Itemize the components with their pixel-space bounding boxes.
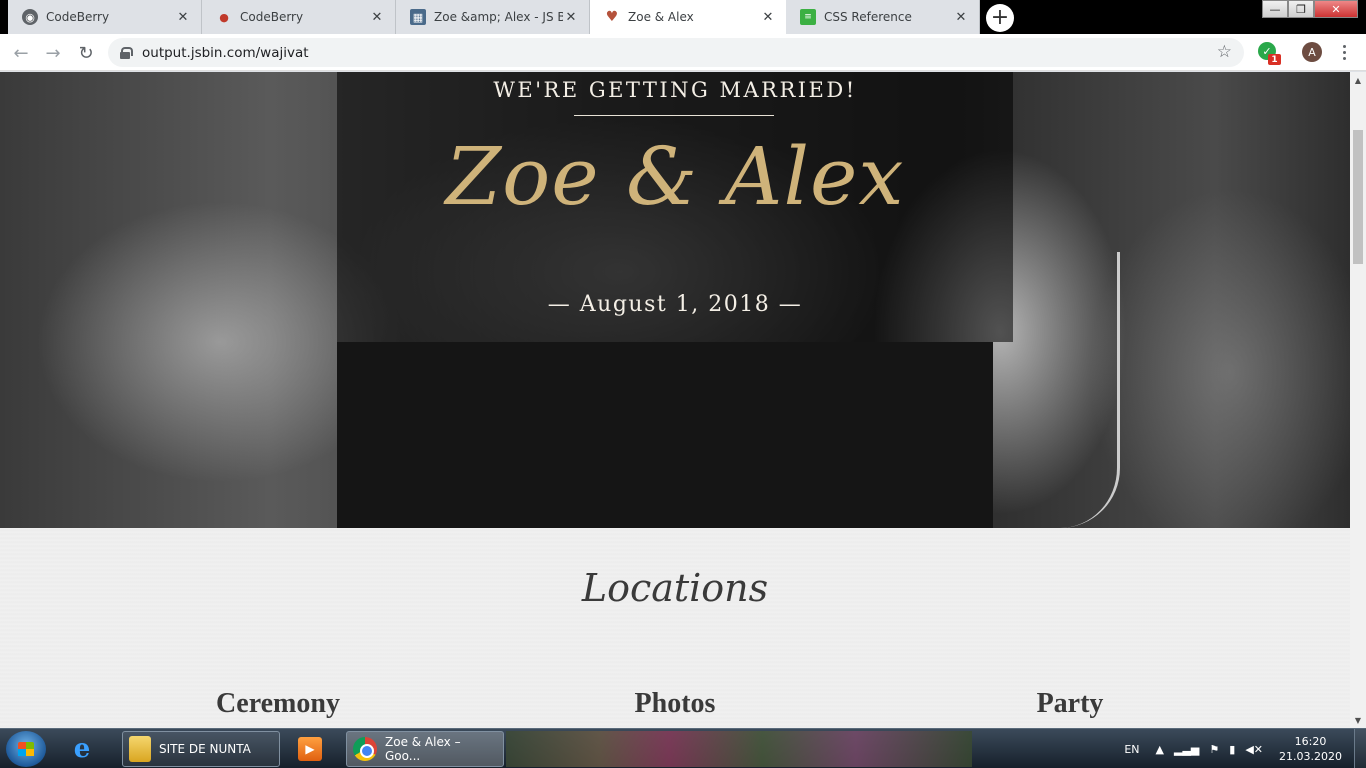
network-signal-icon[interactable]: ▂▃▅ — [1174, 743, 1199, 756]
tab-css-reference[interactable]: ≡ CSS Reference ✕ — [786, 0, 980, 34]
scroll-thumb[interactable] — [1353, 130, 1363, 264]
profile-avatar[interactable]: A — [1302, 42, 1322, 62]
system-tray: EN ▲ ▂▃▅ ⚑ ▮ ◀✕ 16:20 21.03.2020 — [1124, 729, 1366, 768]
browser-toolbar: ← → ↻ output.jsbin.com/wajivat ☆ — [0, 34, 1366, 71]
clock-time: 16:20 — [1294, 735, 1327, 748]
taskbar-folder-site-de-nunta[interactable]: SITE DE NUNTA — [122, 731, 280, 767]
windows-logo-icon — [18, 742, 34, 756]
hero-date: — August 1, 2018 — — [547, 292, 803, 317]
power-icon[interactable]: ▮ — [1229, 743, 1235, 756]
page-viewport: WE'RE GETTING MARRIED! Zoe & Alex — Augu… — [0, 72, 1350, 728]
folder-icon — [129, 736, 151, 762]
start-button[interactable] — [6, 731, 46, 767]
clock-date: 21.03.2020 — [1279, 750, 1342, 763]
forward-arrow-icon[interactable]: → — [40, 40, 66, 66]
url-text[interactable]: output.jsbin.com/wajivat — [142, 45, 309, 61]
close-window-button[interactable]: ✕ — [1314, 0, 1358, 18]
language-indicator[interactable]: EN — [1124, 743, 1139, 756]
taskbar-media-player[interactable]: ▶ — [298, 731, 330, 767]
extension-badge: 1 — [1268, 54, 1281, 65]
tab-codeberry-2[interactable]: ● CodeBerry ✕ — [202, 0, 396, 34]
browser-menu-icon[interactable] — [1334, 40, 1354, 64]
taskbar-item-label: SITE DE NUNTA — [159, 742, 251, 756]
codeberry-berry-icon: ● — [219, 10, 229, 24]
location-party: Party — [1036, 688, 1104, 719]
maximize-button[interactable]: ❐ — [1288, 0, 1314, 18]
location-ceremony: Ceremony — [216, 688, 340, 719]
hero-kicker: WE'RE GETTING MARRIED! — [493, 78, 857, 102]
internet-explorer-icon: e — [73, 734, 91, 764]
close-tab-icon[interactable]: ✕ — [175, 9, 191, 25]
chrome-icon — [353, 737, 377, 761]
tab-title: Zoe &amp; Alex - JS Bin — [434, 10, 563, 24]
taskbar-background-image — [506, 731, 972, 767]
hero-section: WE'RE GETTING MARRIED! Zoe & Alex — Augu… — [0, 72, 1350, 528]
tab-title: CodeBerry — [46, 10, 110, 24]
minimize-button[interactable]: — — [1262, 0, 1288, 18]
hero-divider — [574, 115, 774, 116]
show-hidden-icons-icon[interactable]: ▲ — [1156, 743, 1164, 756]
scroll-down-icon[interactable]: ▼ — [1350, 712, 1366, 728]
taskbar-chrome[interactable]: Zoe & Alex – Goo... — [346, 731, 504, 767]
window-controls: — ❐ ✕ — [1262, 0, 1358, 18]
volume-muted-icon[interactable]: ◀✕ — [1245, 743, 1263, 756]
locations-section: Locations Ceremony Photos Party — [0, 528, 1350, 728]
clock[interactable]: 16:20 21.03.2020 — [1279, 734, 1342, 764]
bookmark-star-icon[interactable]: ☆ — [1217, 42, 1232, 62]
scroll-up-icon[interactable]: ▲ — [1350, 72, 1366, 88]
windows-taskbar: e SITE DE NUNTA ▶ Zoe & Alex – Goo... EN… — [0, 728, 1366, 768]
hero-photo-detail — [1010, 252, 1120, 528]
heart-icon: ♥ — [605, 9, 619, 25]
address-bar[interactable]: output.jsbin.com/wajivat ☆ — [108, 38, 1244, 67]
tab-title: Zoe & Alex — [628, 10, 694, 24]
tab-jsbin[interactable]: ▦ Zoe &amp; Alex - JS Bin ✕ — [396, 0, 590, 34]
tab-zoe-alex[interactable]: ♥ Zoe & Alex ✕ — [590, 0, 786, 34]
action-center-icon[interactable]: ⚑ — [1209, 743, 1219, 756]
tab-codeberry-1[interactable]: ◉ CodeBerry ✕ — [8, 0, 202, 34]
taskbar-item-label: Zoe & Alex – Goo... — [385, 735, 461, 763]
page-scrollbar[interactable]: ▲ ▼ — [1350, 72, 1366, 728]
new-tab-button[interactable]: + — [986, 4, 1014, 32]
reload-icon[interactable]: ↻ — [73, 40, 99, 66]
jsbin-icon: ▦ — [410, 9, 426, 25]
close-tab-icon[interactable]: ✕ — [563, 9, 579, 25]
back-arrow-icon[interactable]: ← — [8, 40, 34, 66]
close-tab-icon[interactable]: ✕ — [760, 9, 776, 25]
tab-strip: ◉ CodeBerry ✕ ● CodeBerry ✕ ▦ Zoe &amp; … — [0, 0, 1366, 34]
location-photos: Photos — [634, 688, 716, 719]
tab-title: CodeBerry — [240, 10, 304, 24]
locations-title: Locations — [581, 566, 769, 610]
hero-names: Zoe & Alex — [445, 130, 905, 223]
tab-title: CSS Reference — [824, 10, 912, 24]
hero-dark-panel — [337, 342, 993, 528]
close-tab-icon[interactable]: ✕ — [953, 9, 969, 25]
lock-icon — [120, 46, 133, 59]
show-desktop-button[interactable] — [1354, 729, 1366, 768]
css-reference-icon: ≡ — [800, 9, 816, 25]
close-tab-icon[interactable]: ✕ — [369, 9, 385, 25]
taskbar-internet-explorer[interactable]: e — [70, 731, 102, 767]
media-player-icon: ▶ — [298, 737, 322, 761]
codeberry-icon: ◉ — [22, 9, 38, 25]
